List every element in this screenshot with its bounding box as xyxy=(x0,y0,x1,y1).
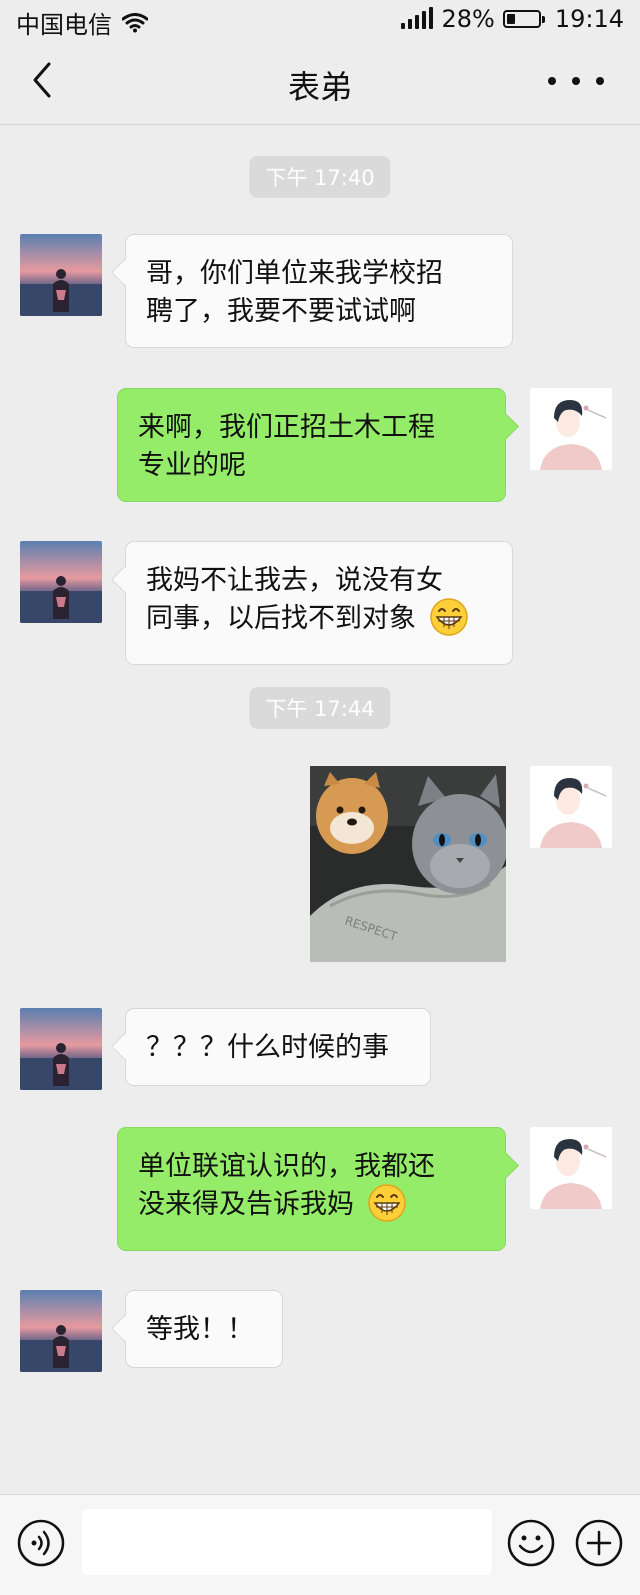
message-bubble-incoming[interactable]: 我妈不让我去，说没有女 同事，以后找不到对象 xyxy=(125,541,513,665)
message-bubble-outgoing[interactable]: 单位联谊认识的，我都还 没来得及告诉我妈 xyxy=(117,1127,506,1251)
message-text: 我妈不让我去，说没有女 xyxy=(146,565,443,596)
message-text: 等我！！ xyxy=(146,1314,254,1345)
battery-percent: 28% xyxy=(441,5,495,33)
smiley-icon[interactable] xyxy=(506,1518,556,1568)
avatar-contact[interactable] xyxy=(20,234,102,316)
chat-header: 表弟 xyxy=(0,40,640,125)
grin-emoji-icon xyxy=(367,1183,406,1222)
message-text: 单位联谊认识的，我都还 xyxy=(138,1151,435,1182)
plus-circle-icon[interactable] xyxy=(574,1518,624,1568)
signal-strength-icon xyxy=(401,7,434,29)
message-bubble-incoming[interactable]: ？？？什么时候的事 xyxy=(125,1008,431,1086)
message-bubble-incoming[interactable]: 等我！！ xyxy=(125,1290,283,1368)
timestamp: 下午 17:40 xyxy=(249,156,391,198)
grin-emoji-icon xyxy=(429,597,468,636)
message-text: 没来得及告诉我妈 xyxy=(138,1189,354,1220)
more-dots-icon[interactable] xyxy=(548,66,604,96)
avatar-self[interactable] xyxy=(530,388,612,470)
avatar-contact[interactable] xyxy=(20,541,102,623)
message-text: ？？？什么时候的事 xyxy=(146,1032,389,1063)
timestamp: 下午 17:44 xyxy=(249,687,391,729)
wifi-icon xyxy=(122,12,148,32)
message-text: 来啊，我们正招土木工程 xyxy=(138,412,435,443)
message-bubble-incoming[interactable]: 哥，你们单位来我学校招 聘了，我要不要试试啊 xyxy=(125,234,513,348)
image-message[interactable]: RESPECT xyxy=(310,766,506,962)
avatar-self[interactable] xyxy=(530,1127,612,1209)
message-text: 专业的呢 xyxy=(138,450,246,481)
message-text: 哥，你们单位来我学校招 xyxy=(146,258,443,289)
avatar-contact[interactable] xyxy=(20,1290,102,1372)
avatar-self[interactable] xyxy=(530,766,612,848)
voice-icon[interactable] xyxy=(16,1518,66,1568)
battery-icon xyxy=(502,10,545,28)
input-bar xyxy=(0,1494,640,1595)
message-text: 同事，以后找不到对象 xyxy=(146,603,416,634)
chat-title: 表弟 xyxy=(287,68,352,106)
message-text: 聘了，我要不要试试啊 xyxy=(146,296,416,327)
clock: 19:14 xyxy=(554,5,624,33)
carrier-label: 中国电信 xyxy=(16,11,112,39)
message-input[interactable] xyxy=(82,1509,492,1575)
status-bar: 中国电信 28% 19:14 xyxy=(0,0,640,40)
avatar-contact[interactable] xyxy=(20,1008,102,1090)
message-bubble-outgoing[interactable]: 来啊，我们正招土木工程 专业的呢 xyxy=(117,388,506,502)
